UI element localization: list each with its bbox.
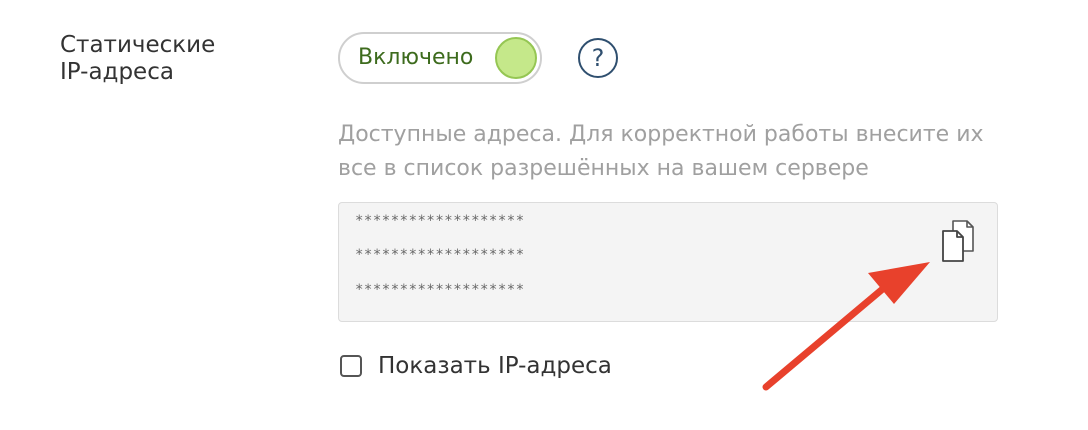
static-ip-toggle[interactable]: Включено bbox=[338, 32, 542, 84]
setting-label-line-1: Статические bbox=[60, 32, 216, 58]
ip-address-list: ******************* ******************* … bbox=[338, 202, 998, 322]
show-ips-label: Показать IP-адреса bbox=[378, 353, 612, 379]
show-ips-checkbox[interactable] bbox=[340, 355, 362, 377]
copy-icon[interactable] bbox=[939, 219, 979, 263]
show-ips-checkbox-row[interactable]: Показать IP-адреса bbox=[340, 350, 612, 382]
available-addresses-hint: Доступные адреса. Для корректной работы … bbox=[338, 122, 984, 181]
setting-label-line-2: IP-адреса bbox=[60, 59, 174, 85]
ip-address-item: ******************* bbox=[355, 213, 525, 229]
setting-label: Статические IP-адреса bbox=[60, 32, 260, 86]
toggle-knob bbox=[495, 37, 537, 79]
toggle-label: Включено bbox=[358, 45, 474, 70]
help-icon[interactable]: ? bbox=[578, 38, 618, 78]
page: Статические IP-адреса Включено ? Доступн… bbox=[0, 0, 1088, 430]
ip-address-item: ******************* bbox=[355, 282, 525, 298]
ip-address-item: ******************* bbox=[355, 247, 525, 263]
